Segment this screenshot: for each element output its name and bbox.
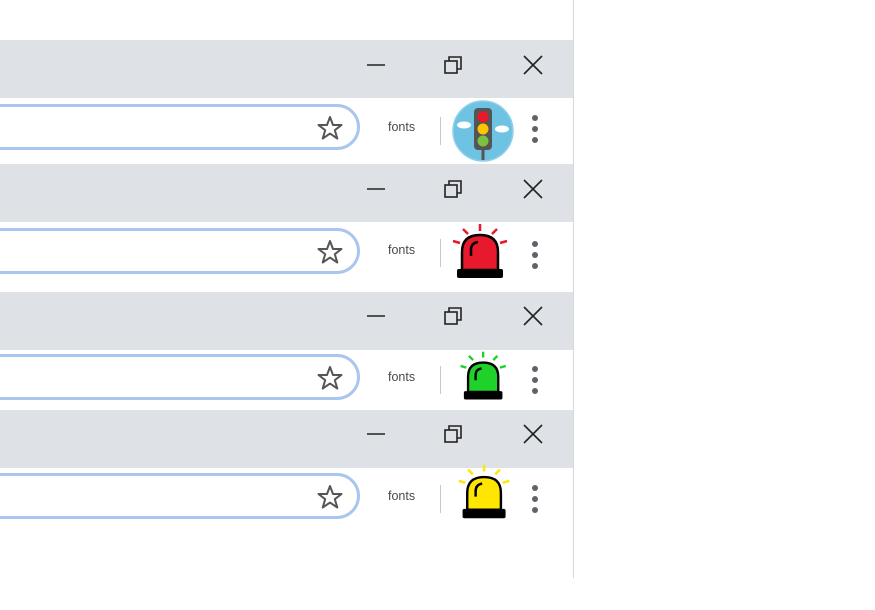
address-bar[interactable] [0,104,360,150]
close-icon [523,424,543,444]
restore-button[interactable] [433,300,473,332]
red-siren-icon[interactable] [450,222,512,282]
extension-fonts[interactable]: fonts [388,120,415,134]
traffic-light-icon[interactable] [452,100,514,162]
minimize-icon [367,188,385,190]
toolbar-separator [440,485,441,513]
close-icon [523,179,543,199]
close-button[interactable] [513,49,553,81]
extension-fonts[interactable]: fonts [388,243,415,257]
minimize-button[interactable] [356,49,396,81]
toolbar-separator [440,239,441,267]
close-icon [523,55,543,75]
bookmark-star-icon[interactable] [317,115,343,141]
restore-icon [444,307,462,325]
menu-button[interactable] [526,485,544,515]
restore-button[interactable] [433,49,473,81]
toolbar: fonts [0,222,573,292]
minimize-button[interactable] [356,173,396,205]
title-bar [0,410,573,468]
green-siren-icon[interactable] [458,350,510,402]
extension-fonts[interactable]: fonts [388,489,415,503]
title-bar [0,40,573,98]
address-bar[interactable] [0,228,360,274]
restore-icon [444,180,462,198]
minimize-icon [367,433,385,435]
restore-icon [444,425,462,443]
restore-icon [444,56,462,74]
toolbar: fonts [0,350,573,410]
window-edge [573,0,574,578]
address-bar[interactable] [0,354,360,400]
menu-button[interactable] [526,366,544,396]
minimize-button[interactable] [356,418,396,450]
bookmark-star-icon[interactable] [317,484,343,510]
close-button[interactable] [513,173,553,205]
close-button[interactable] [513,418,553,450]
minimize-icon [367,64,385,66]
bookmark-star-icon[interactable] [317,365,343,391]
toolbar: fonts [0,464,573,532]
menu-button[interactable] [526,241,544,271]
toolbar-separator [440,366,441,394]
toolbar-separator [440,117,441,145]
menu-button[interactable] [526,115,544,145]
restore-button[interactable] [433,173,473,205]
title-bar [0,164,573,222]
toolbar: fonts [0,98,573,164]
address-bar[interactable] [0,473,360,519]
restore-button[interactable] [433,418,473,450]
bookmark-star-icon[interactable] [317,239,343,265]
title-bar [0,292,573,350]
close-icon [523,306,543,326]
extension-fonts[interactable]: fonts [388,370,415,384]
yellow-siren-icon[interactable] [456,463,514,521]
minimize-icon [367,315,385,317]
close-button[interactable] [513,300,553,332]
minimize-button[interactable] [356,300,396,332]
browser-window-stack: fonts fonts fonts fonts [0,0,875,610]
